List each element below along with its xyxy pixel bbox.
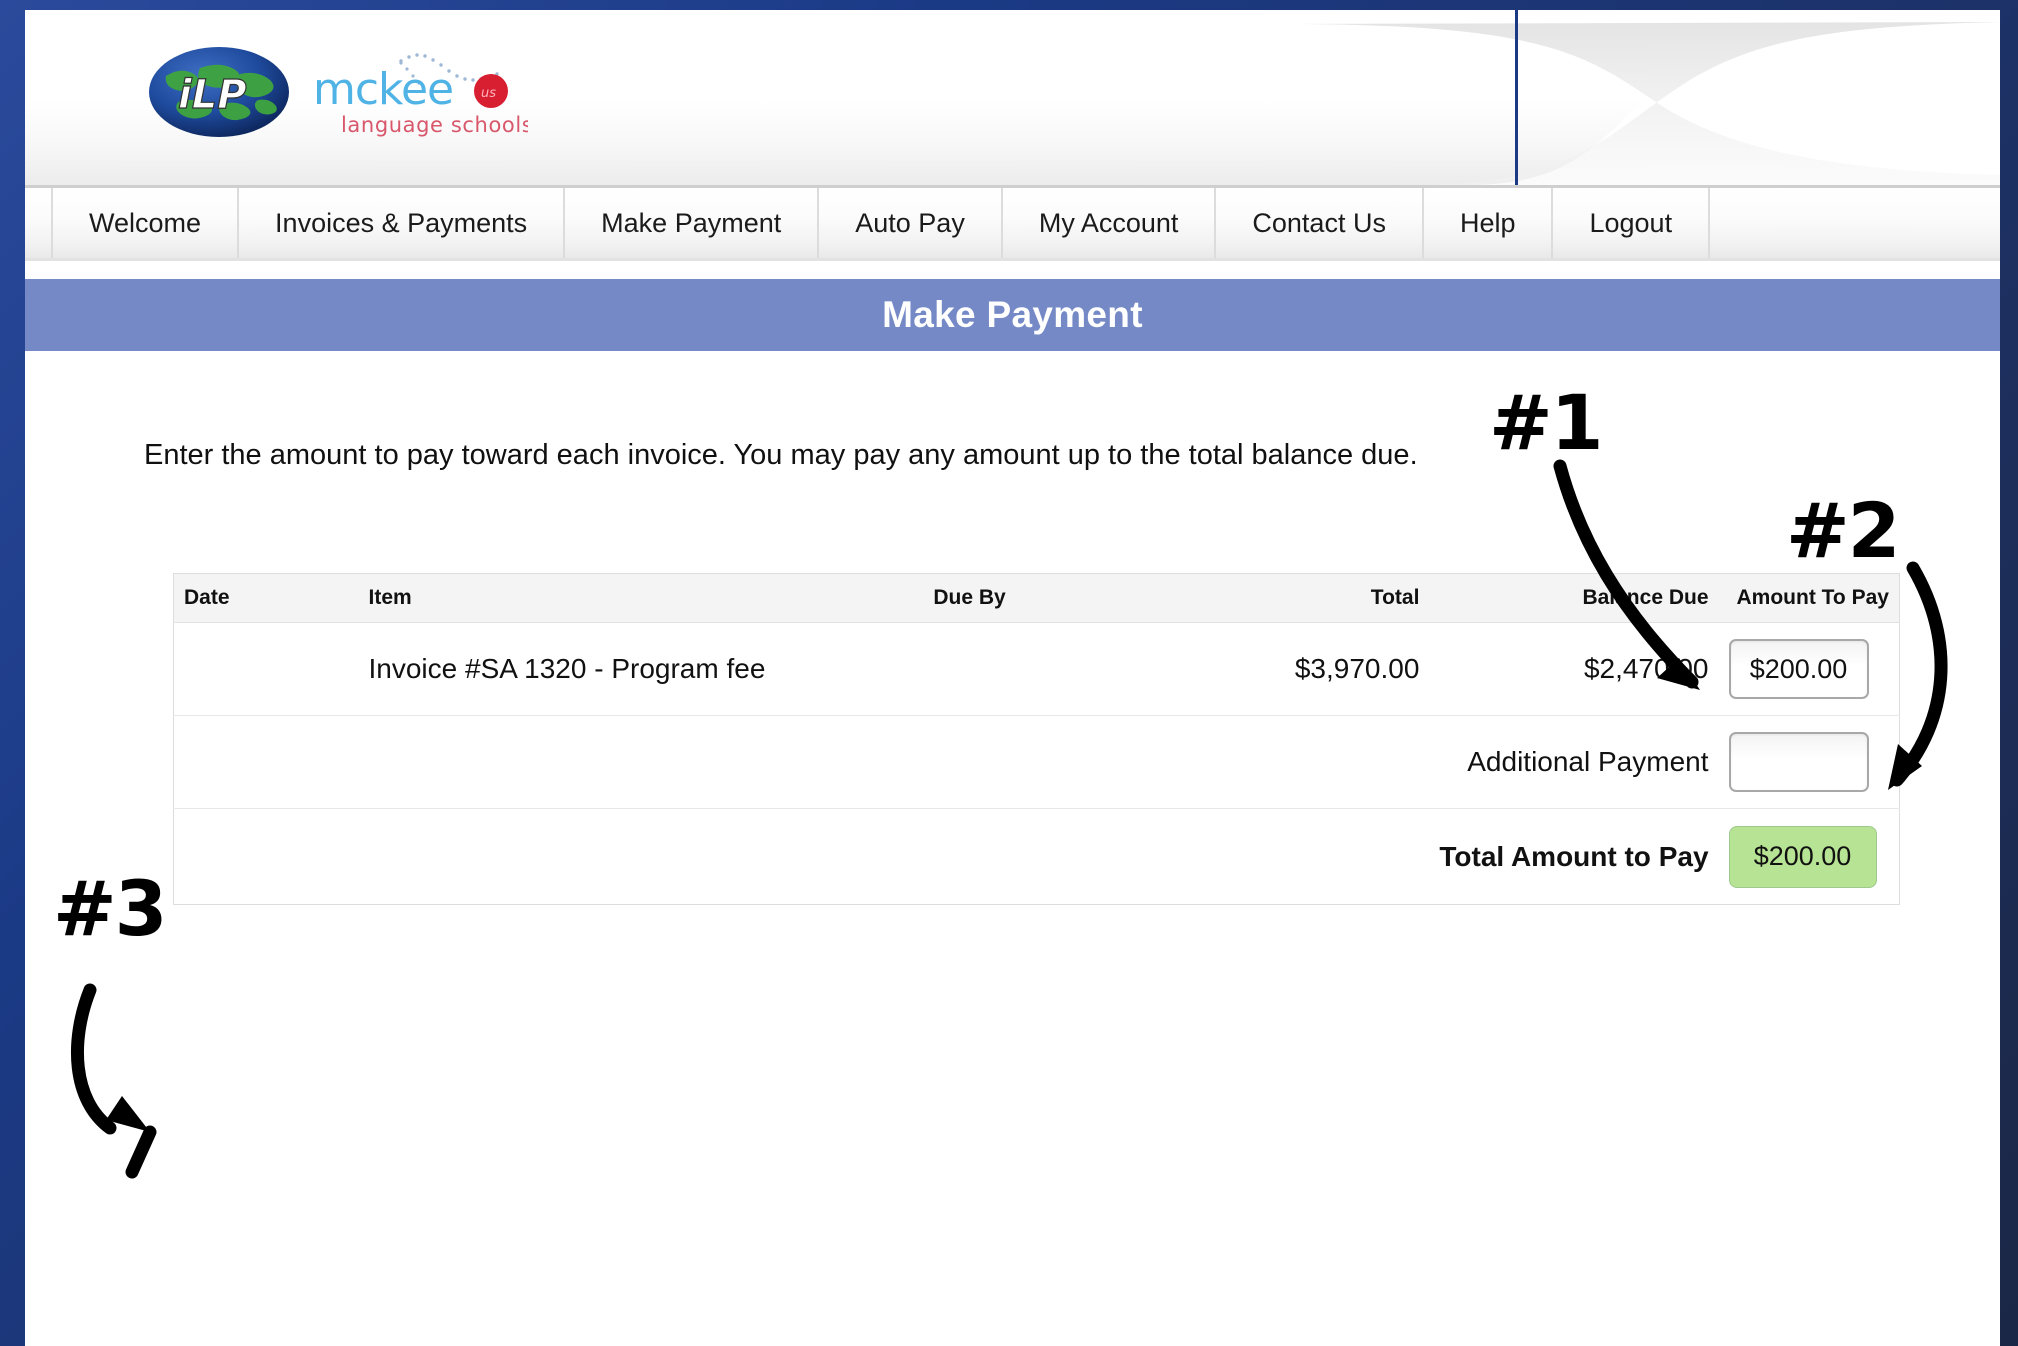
cell-spacer-8 — [1227, 809, 1430, 905]
nav-label: Invoices & Payments — [275, 207, 528, 238]
header-swoosh-decoration — [1280, 10, 2000, 185]
nav-item-welcome[interactable]: Welcome — [51, 188, 240, 258]
cell-total: $3,970.00 — [1226, 622, 1430, 716]
label-additional-payment: Additional Payment — [1429, 715, 1719, 809]
cell-due-by — [923, 622, 1227, 716]
cell-additional-payment-input — [1718, 715, 1900, 809]
nav-label: My Account — [1038, 207, 1179, 238]
column-header-date: Date — [173, 573, 359, 623]
nav-label: Contact Us — [1252, 207, 1386, 238]
nav-item-invoices-payments[interactable]: Invoices & Payments — [239, 188, 566, 258]
instruction-text: Enter the amount to pay toward each invo… — [144, 439, 1418, 471]
svg-text:us: us — [481, 86, 496, 101]
nav-label: Logout — [1589, 207, 1673, 238]
column-header-item: Item — [358, 573, 924, 623]
table-body: Invoice #SA 1320 - Program fee $3,970.00… — [173, 622, 1900, 905]
nav-item-my-account[interactable]: My Account — [1003, 188, 1217, 258]
cell-spacer-7 — [923, 809, 1226, 905]
invoice-payment-table: Date Item Due By Total Balance Due Amoun… — [173, 573, 1900, 905]
cell-spacer-6 — [359, 809, 924, 905]
cell-spacer-4 — [1226, 715, 1430, 809]
column-header-amount-to-pay: Amount To Pay — [1718, 573, 1900, 623]
site-header: iLP mckee us language schools — [25, 10, 2000, 188]
nav-item-help[interactable]: Help — [1424, 188, 1554, 258]
cell-spacer-3 — [923, 715, 1227, 809]
mckee-wordmark: mckee us language schools — [313, 52, 528, 137]
page-title: Make Payment — [882, 294, 1143, 335]
cell-item: Invoice #SA 1320 - Program fee — [358, 622, 924, 716]
amount-to-pay-input[interactable] — [1728, 639, 1869, 699]
page-body: iLP mckee us language schools Welcome In… — [25, 10, 2000, 1346]
nav-item-contact-us[interactable]: Contact Us — [1216, 188, 1424, 258]
nav-label: Welcome — [89, 207, 202, 238]
nav-label: Help — [1459, 207, 1516, 238]
table-row-total: Total Amount to Pay $200.00 — [174, 809, 1900, 905]
cell-amount-to-pay — [1718, 622, 1900, 716]
browser-page-frame: iLP mckee us language schools Welcome In… — [0, 0, 2018, 1346]
nav-item-logout[interactable]: Logout — [1553, 188, 1711, 258]
column-header-due-by: Due By — [923, 573, 1227, 623]
total-amount-value: $200.00 — [1753, 841, 1852, 871]
page-title-banner: Make Payment — [25, 279, 2000, 351]
main-navigation: Welcome Invoices & Payments Make Payment… — [25, 188, 2000, 261]
column-header-balance-due: Balance Due — [1429, 573, 1719, 623]
svg-text:mckee: mckee — [313, 64, 453, 115]
table-row-invoice: Invoice #SA 1320 - Program fee $3,970.00… — [173, 622, 1900, 716]
header-vertical-divider — [1515, 10, 1518, 185]
cell-spacer-2 — [358, 715, 924, 809]
cell-date — [173, 622, 359, 716]
svg-text:iLP: iLP — [178, 72, 247, 118]
cell-balance-due: $2,470.00 — [1429, 622, 1719, 716]
table-header-row: Date Item Due By Total Balance Due Amoun… — [173, 573, 1900, 623]
table-row-additional-payment: Additional Payment — [173, 715, 1900, 809]
label-total-amount-to-pay: Total Amount to Pay — [1439, 840, 1709, 872]
additional-payment-input[interactable] — [1728, 732, 1869, 792]
svg-text:language schools: language schools — [341, 113, 528, 137]
column-header-total: Total — [1226, 573, 1430, 623]
table-header: Date Item Due By Total Balance Due Amoun… — [173, 573, 1900, 623]
cell-total-amount: $200.00 — [1719, 809, 1900, 905]
nav-item-make-payment[interactable]: Make Payment — [565, 188, 820, 258]
total-amount-value-box: $200.00 — [1728, 825, 1877, 888]
brand-logo-block[interactable]: iLP mckee us language schools — [148, 46, 528, 139]
nav-item-auto-pay[interactable]: Auto Pay — [819, 188, 1003, 258]
cell-spacer-1 — [173, 715, 359, 809]
nav-label: Auto Pay — [855, 207, 965, 238]
ilp-globe-icon: iLP — [149, 47, 289, 137]
cell-spacer-5 — [174, 809, 359, 905]
nav-label: Make Payment — [601, 207, 782, 238]
